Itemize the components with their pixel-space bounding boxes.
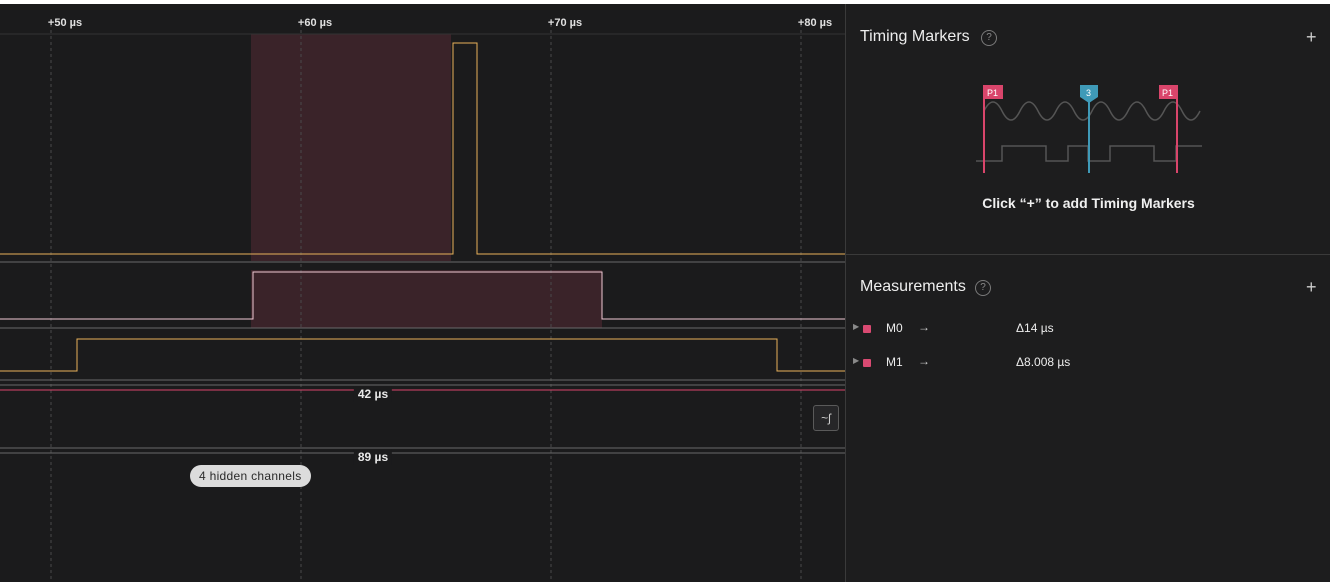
timing-markers-hint: Click “+” to add Timing Markers bbox=[982, 195, 1195, 211]
expand-caret-icon[interactable]: ▶ bbox=[853, 356, 859, 365]
marker-flag-label: P1 bbox=[1162, 88, 1173, 98]
marker-flag-label: 3 bbox=[1086, 88, 1091, 98]
measurement-highlight-m1 bbox=[251, 270, 602, 328]
timing-markers-illustration: P1 3 P1 bbox=[976, 85, 1202, 173]
measurement-color-swatch bbox=[863, 359, 871, 367]
hidden-channels-button[interactable]: 4 hidden channels bbox=[190, 465, 311, 487]
measurement-value: Δ8.008 µs bbox=[1016, 355, 1071, 369]
arrow-right-icon: → bbox=[918, 320, 930, 334]
sine-wave bbox=[983, 101, 1201, 121]
measurement-name: M0 bbox=[886, 321, 903, 335]
channel-2-signal[interactable] bbox=[0, 338, 845, 372]
marker-flag-label: P1 bbox=[987, 88, 998, 98]
glitch-filter-button[interactable]: ~ʃ bbox=[813, 405, 839, 431]
time-tick-label: +70 µs bbox=[547, 17, 583, 29]
measurement-row-m0[interactable]: ▶ M0 → Δ14 µs bbox=[846, 318, 1330, 340]
measurement-color-swatch bbox=[863, 325, 871, 333]
waveform-canvas[interactable] bbox=[0, 4, 845, 582]
side-panel: Timing Markers ? + P1 3 P1 Click “+” to … bbox=[845, 4, 1330, 582]
time-tick-label: +50 µs bbox=[47, 17, 83, 29]
arrow-right-icon: → bbox=[918, 354, 930, 368]
measurement-value: Δ14 µs bbox=[1016, 321, 1054, 335]
waveform-view[interactable]: +50 µs +60 µs +70 µs +80 µs 42 µs 89 µs … bbox=[0, 4, 845, 582]
measurement-row-m1[interactable]: ▶ M1 → Δ8.008 µs bbox=[846, 352, 1330, 374]
add-timing-marker-button[interactable]: + bbox=[1306, 28, 1317, 46]
timing-markers-title: Timing Markers bbox=[860, 28, 970, 45]
measurement-name: M1 bbox=[886, 355, 903, 369]
measurements-help-icon[interactable]: ? bbox=[975, 280, 991, 296]
period-label: 89 µs bbox=[353, 449, 393, 465]
measurements-title: Measurements bbox=[860, 278, 966, 295]
panel-divider bbox=[846, 254, 1330, 255]
measurement-highlight-m0 bbox=[251, 34, 451, 261]
time-tick-label: +60 µs bbox=[297, 17, 333, 29]
add-measurement-button[interactable]: + bbox=[1306, 278, 1317, 296]
time-tick-label: +80 µs bbox=[797, 17, 833, 29]
expand-caret-icon[interactable]: ▶ bbox=[853, 322, 859, 331]
period-label: 42 µs bbox=[353, 386, 393, 402]
timing-markers-help-icon[interactable]: ? bbox=[981, 30, 997, 46]
